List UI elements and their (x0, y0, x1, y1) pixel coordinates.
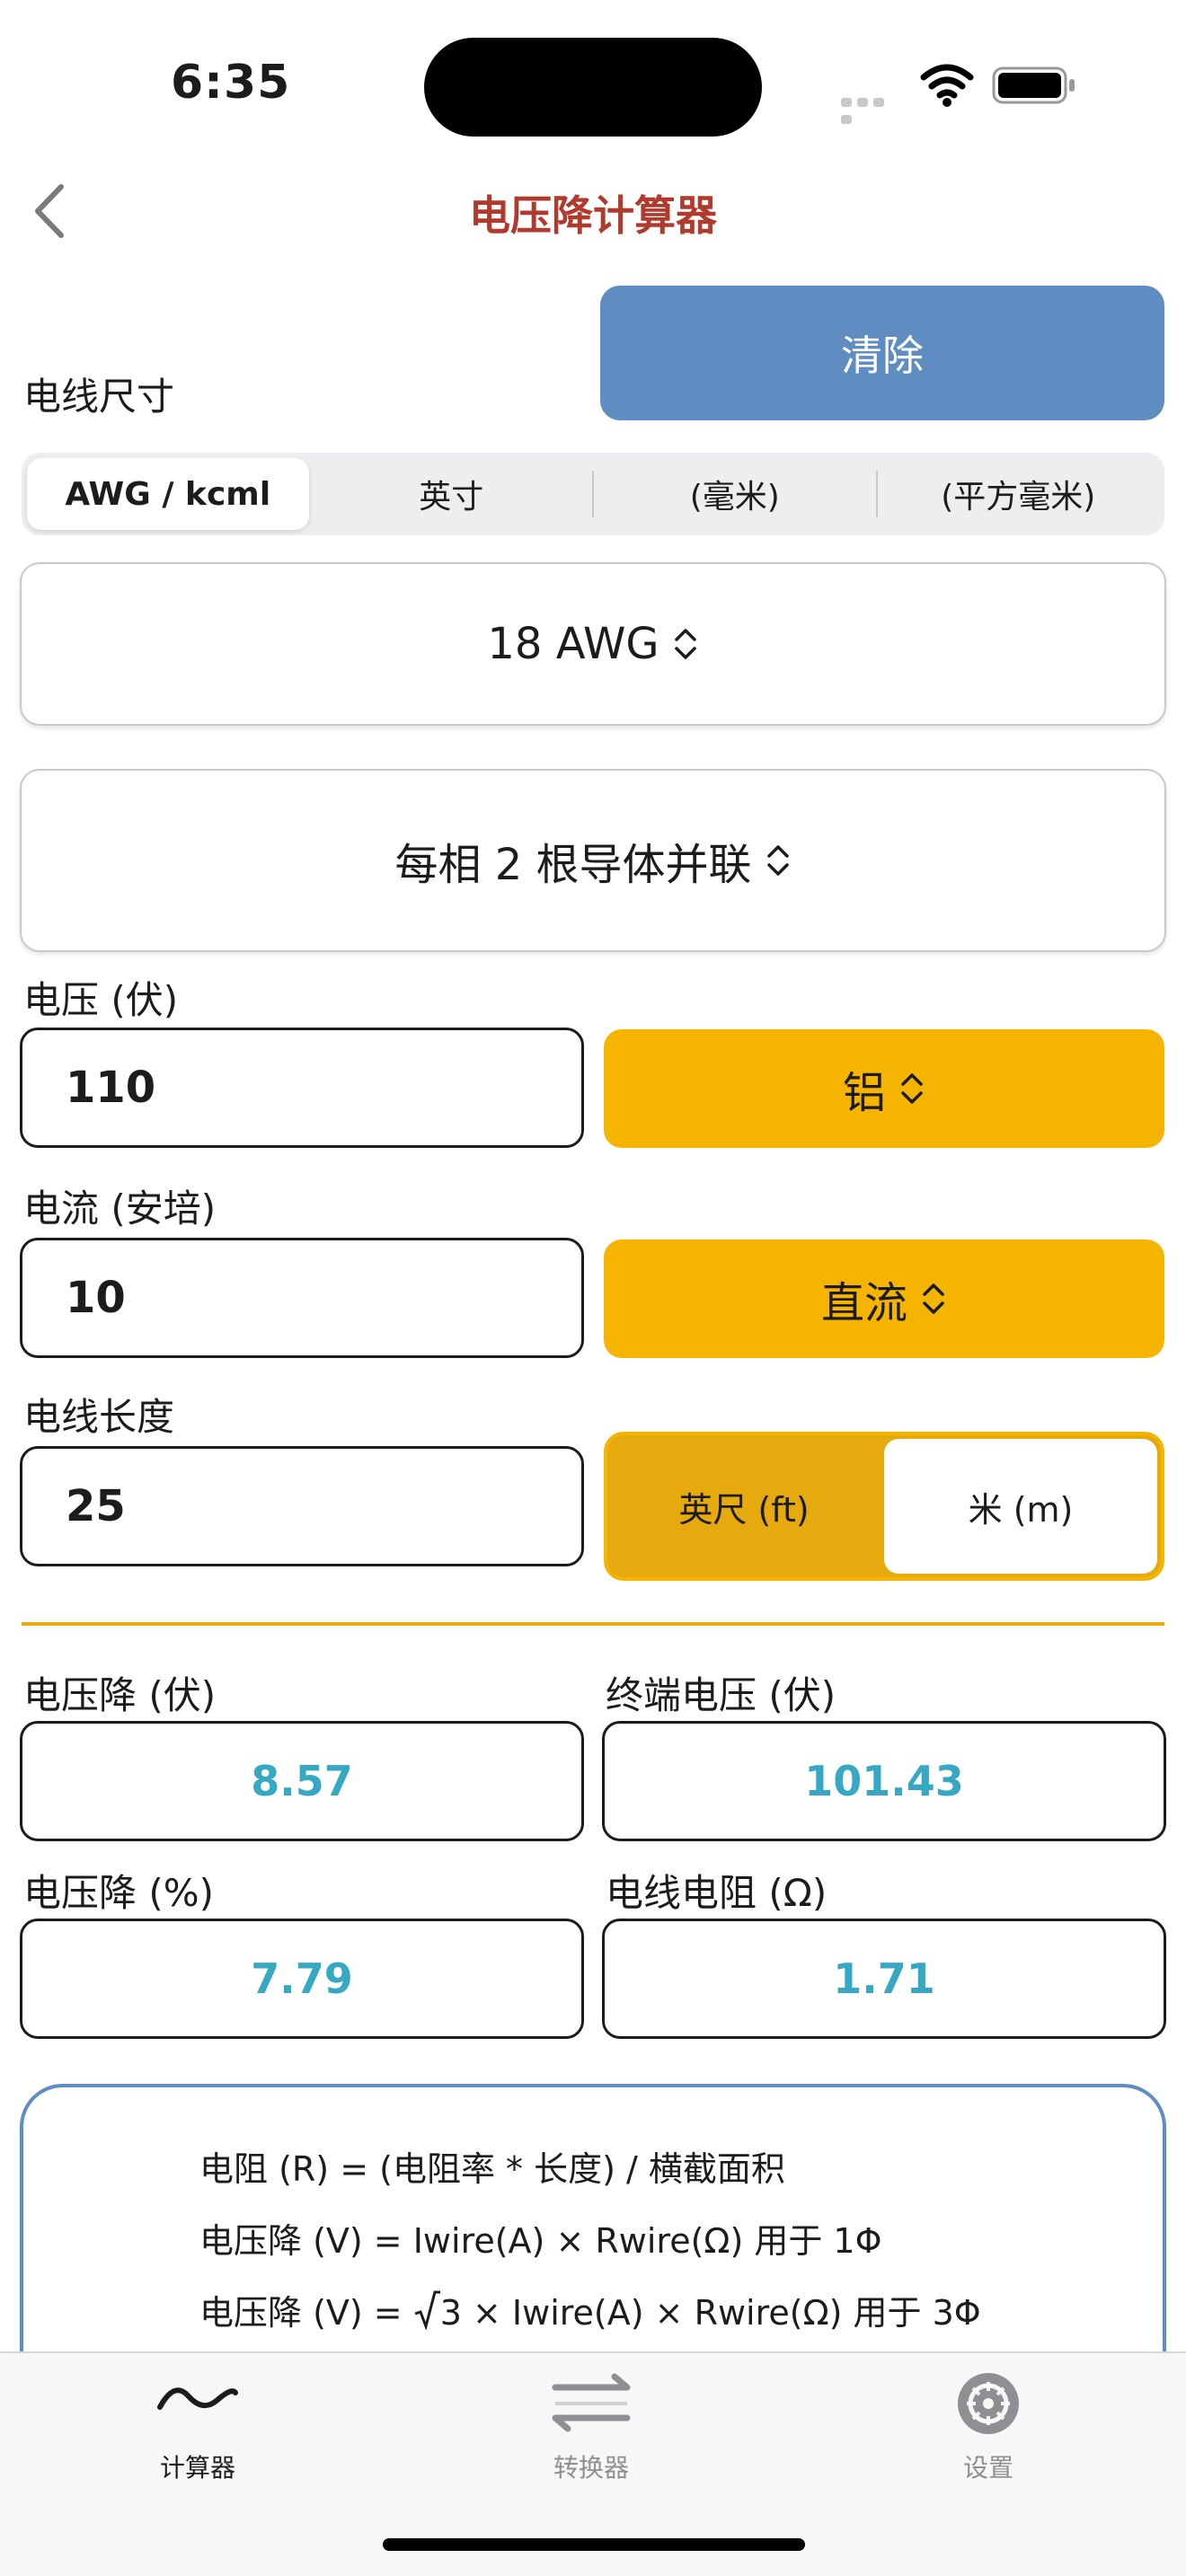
seg-mm2[interactable]: (平方毫米) (878, 458, 1160, 530)
seg-inch[interactable]: 英寸 (311, 458, 593, 530)
home-indicator (383, 2538, 805, 2551)
current-label: 电流 (安培) (23, 1187, 217, 1231)
dynamic-island (424, 38, 762, 137)
formula-drop-single-phase: 电压降 (V) = Iwire(A) × Rwire(Ω) 用于 1Φ (199, 2221, 882, 2261)
chevron-up-down-icon (901, 1073, 923, 1104)
voltage-drop-label: 电压降 (伏) (23, 1673, 217, 1717)
section-divider (22, 1622, 1164, 1626)
wire-size-label: 电线尺寸 (23, 375, 175, 419)
seg-awg-kcml[interactable]: AWG / kcml (27, 458, 309, 530)
wire-resistance-value: 1.71 (602, 1919, 1166, 2039)
voltage-drop-percent-label: 电压降 (%) (23, 1871, 215, 1915)
end-voltage-value: 101.43 (602, 1721, 1166, 1841)
tab-converter-label: 转换器 (553, 2453, 629, 2483)
wire-resistance-label: 电线电阻 (Ω) (606, 1871, 828, 1915)
current-type-picker[interactable]: 直流 (604, 1239, 1164, 1358)
gear-icon (958, 2373, 1019, 2434)
formula-3p-prefix: 电压降 (V) = (199, 2293, 413, 2333)
material-value: 铝 (842, 1068, 886, 1118)
end-voltage-label: 终端电压 (伏) (606, 1673, 836, 1717)
chevron-up-down-icon (923, 1284, 944, 1314)
tab-converter[interactable]: 转换器 (501, 2368, 681, 2484)
chevron-up-down-icon (674, 629, 696, 659)
tab-settings[interactable]: 设置 (898, 2368, 1078, 2484)
voltage-input[interactable]: 110 (20, 1028, 584, 1148)
battery-icon (992, 66, 1075, 104)
wire-size-unit-segmented: AWG / kcml 英寸 (毫米) (平方毫米) (22, 453, 1164, 535)
cellular-signal-icon (841, 93, 902, 124)
material-picker[interactable]: 铝 (604, 1029, 1164, 1148)
tab-settings-label: 设置 (962, 2453, 1013, 2483)
parallel-conductors-picker[interactable]: 每相 2 根导体并联 (20, 769, 1166, 952)
square-root-icon (414, 2290, 440, 2331)
sine-wave-icon (157, 2387, 238, 2410)
current-type-value: 直流 (820, 1278, 907, 1328)
wire-length-input[interactable]: 25 (20, 1446, 584, 1566)
formula-drop-three-phase: 电压降 (V) = 3 × Iwire(A) × Rwire(Ω) 用于 3Φ (199, 2285, 981, 2334)
page-title: 电压降计算器 (469, 191, 717, 240)
wire-gauge-picker[interactable]: 18 AWG (20, 562, 1166, 726)
voltage-label: 电压 (伏) (23, 978, 179, 1022)
seg-mm[interactable]: (毫米) (594, 458, 876, 530)
formula-3p-suffix: 3 × Iwire(A) × Rwire(Ω) 用于 3Φ (439, 2293, 981, 2333)
current-input[interactable]: 10 (20, 1238, 584, 1358)
wire-length-label: 电线长度 (23, 1395, 175, 1439)
wifi-icon (920, 64, 974, 107)
wire-gauge-value: 18 AWG (487, 619, 659, 669)
tab-calculator-label: 计算器 (159, 2453, 235, 2483)
voltage-drop-value: 8.57 (20, 1721, 584, 1841)
tab-calculator[interactable]: 计算器 (108, 2368, 288, 2484)
unit-option-meters[interactable]: 米 (m) (884, 1439, 1157, 1574)
swap-arrows-icon (552, 2373, 631, 2432)
length-unit-toggle: 英尺 (ft) 米 (m) (604, 1432, 1164, 1581)
parallel-conductors-value: 每相 2 根导体并联 (394, 840, 752, 890)
chevron-up-down-icon (766, 845, 789, 876)
unit-option-feet[interactable]: 英尺 (ft) (607, 1435, 881, 1577)
voltage-drop-percent-value: 7.79 (20, 1919, 584, 2039)
formula-resistance: 电阻 (R) = (电阻率 * 长度) / 横截面积 (199, 2149, 785, 2189)
clear-button[interactable]: 清除 (600, 286, 1164, 420)
status-time: 6:35 (171, 56, 291, 110)
